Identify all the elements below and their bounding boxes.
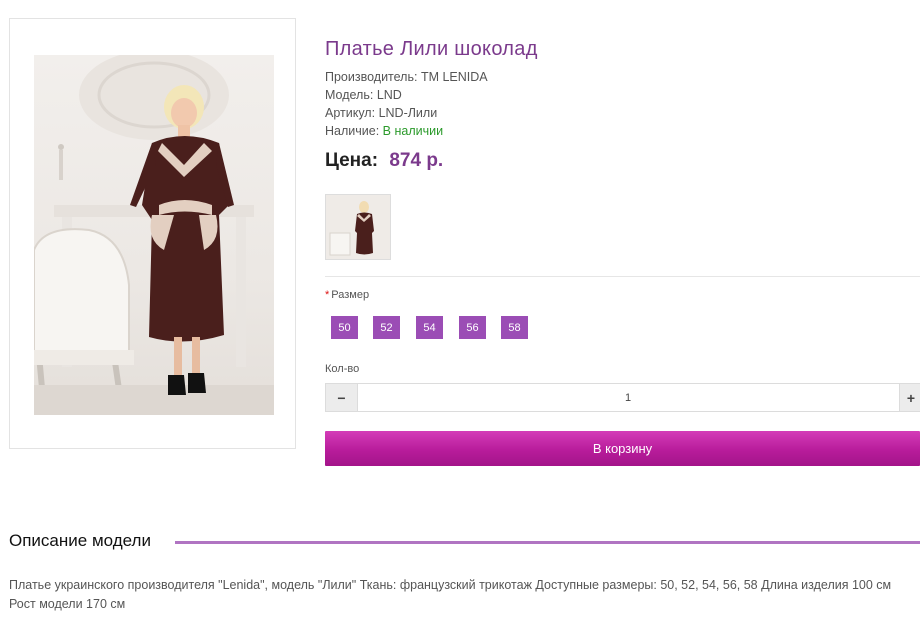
availability-row: Наличие: В наличии xyxy=(325,124,443,138)
size-option-54[interactable]: 54 xyxy=(416,316,443,339)
description-heading-line xyxy=(175,541,920,544)
product-photo[interactable] xyxy=(34,55,274,415)
price-value: 874 р. xyxy=(389,150,444,171)
size-option-58[interactable]: 58 xyxy=(501,316,528,339)
manufacturer-row: Производитель: TM LENIDA xyxy=(325,70,488,84)
product-title: Платье Лили шоколад xyxy=(325,38,538,60)
options-divider xyxy=(325,276,920,277)
size-label: * Размер xyxy=(325,289,369,301)
quantity-increase-button[interactable]: + xyxy=(899,384,920,411)
availability-value: В наличии xyxy=(382,124,444,138)
model-label: Модель: xyxy=(325,88,374,102)
size-label-text: Размер xyxy=(331,289,370,301)
sku-label: Артикул: xyxy=(325,106,376,120)
dress-thumbnail-illustration xyxy=(326,195,390,259)
size-option-56[interactable]: 56 xyxy=(459,316,486,339)
product-thumbnail[interactable] xyxy=(325,194,391,260)
product-image-frame[interactable] xyxy=(9,18,296,449)
manufacturer-value[interactable]: TM LENIDA xyxy=(421,70,488,84)
manufacturer-label: Производитель: xyxy=(325,70,418,84)
sku-row: Артикул: LND-Лили xyxy=(325,106,437,120)
price-row: Цена: 874 р. xyxy=(325,150,443,172)
size-option-52[interactable]: 52 xyxy=(373,316,400,339)
description-heading: Описание модели xyxy=(9,531,151,550)
quantity-stepper: − + xyxy=(325,383,920,412)
product-page: Платье Лили шоколад Производитель: TM LE… xyxy=(0,0,920,625)
add-to-cart-button[interactable]: В корзину xyxy=(325,431,920,466)
sku-value: LND-Лили xyxy=(378,106,438,120)
required-mark: * xyxy=(325,289,330,301)
model-row: Модель: LND xyxy=(325,88,402,102)
availability-label: Наличие: xyxy=(325,124,380,138)
quantity-input[interactable] xyxy=(358,384,898,411)
quantity-decrease-button[interactable]: − xyxy=(326,384,358,411)
dress-photo-illustration xyxy=(34,55,274,415)
description-text: Платье украинского производителя "Lenida… xyxy=(9,578,892,611)
price-label: Цена: xyxy=(325,150,379,171)
model-value: LND xyxy=(376,88,402,102)
size-option-50[interactable]: 50 xyxy=(331,316,358,339)
quantity-label: Кол-во xyxy=(325,363,360,375)
